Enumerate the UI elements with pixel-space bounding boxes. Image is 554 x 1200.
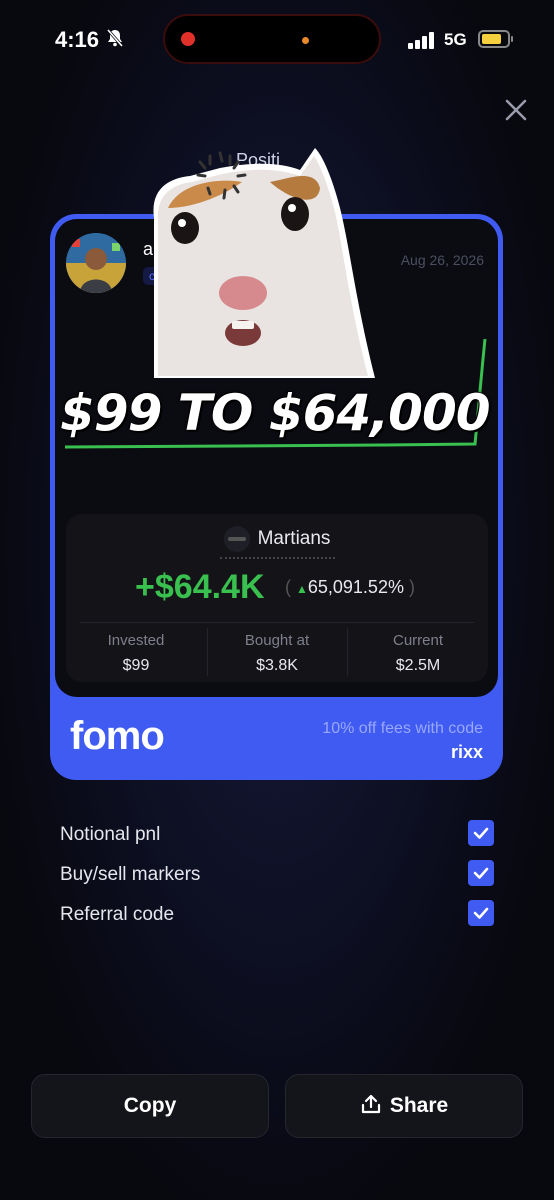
up-triangle-icon: ▲ xyxy=(295,582,308,596)
promo-text: 10% off fees with code xyxy=(322,720,483,737)
pnl-value: +$64.4K xyxy=(135,568,265,606)
divider xyxy=(80,622,474,623)
checkbox-checked-icon[interactable] xyxy=(468,900,494,926)
option-notional-pnl[interactable]: Notional pnl xyxy=(60,820,500,850)
avatar xyxy=(66,233,126,293)
status-bar: 4:16 5G xyxy=(0,0,554,80)
checkbox-checked-icon[interactable] xyxy=(468,820,494,846)
metric-label: Bought at xyxy=(244,632,310,649)
metric-label: Current xyxy=(392,632,444,649)
meme-caption: $99 TO $64,000 xyxy=(60,384,491,442)
card-date: Aug 26, 2026 xyxy=(400,252,484,268)
token-underline xyxy=(220,557,335,559)
pnl-row: +$64.4K ( ▲65,091.52% ) xyxy=(66,568,488,607)
share-button[interactable]: Share xyxy=(285,1074,523,1138)
pnl-percent-badge: ( ▲65,091.52% ) xyxy=(284,577,415,597)
token-icon xyxy=(223,526,250,552)
metric-value: $2.5M xyxy=(395,657,441,674)
battery-icon xyxy=(478,30,513,48)
close-icon[interactable] xyxy=(500,94,532,126)
metric-invested: Invested $99 xyxy=(66,632,206,675)
status-time: 4:16 xyxy=(55,27,100,52)
checkbox-checked-icon[interactable] xyxy=(468,860,494,886)
promo-code: rixx xyxy=(450,742,483,762)
brand-logo: fomo xyxy=(70,714,165,758)
metric-bought-at: Bought at $3.8K xyxy=(207,632,347,675)
token-row: Martians xyxy=(66,526,488,554)
share-icon xyxy=(361,1095,380,1114)
cat-sticker-image xyxy=(153,148,375,378)
option-referral-code[interactable]: Referral code xyxy=(60,900,500,930)
metric-current: Current $2.5M xyxy=(348,632,488,675)
recording-indicator xyxy=(181,32,195,46)
copy-button[interactable]: Copy xyxy=(31,1074,269,1138)
bell-off-icon xyxy=(106,29,124,47)
metric-value: $99 xyxy=(122,657,150,674)
signal-icon xyxy=(408,31,438,49)
copy-button-label: Copy xyxy=(123,1094,177,1117)
share-button-label: Share xyxy=(389,1094,449,1117)
option-label: Buy/sell markers xyxy=(60,864,201,885)
stats-panel: Martians +$64.4K ( ▲65,091.52% ) Investe… xyxy=(66,514,488,682)
option-label: Notional pnl xyxy=(60,824,161,845)
dynamic-island xyxy=(163,14,381,64)
option-buy-sell-markers[interactable]: Buy/sell markers xyxy=(60,860,500,890)
network-type: 5G xyxy=(444,30,467,49)
pnl-percent: 65,091.52% xyxy=(307,577,404,597)
metric-label: Invested xyxy=(107,632,165,649)
camera-indicator xyxy=(302,37,309,44)
token-name: Martians xyxy=(257,528,331,549)
option-label: Referral code xyxy=(60,904,175,925)
metric-value: $3.8K xyxy=(256,657,298,674)
